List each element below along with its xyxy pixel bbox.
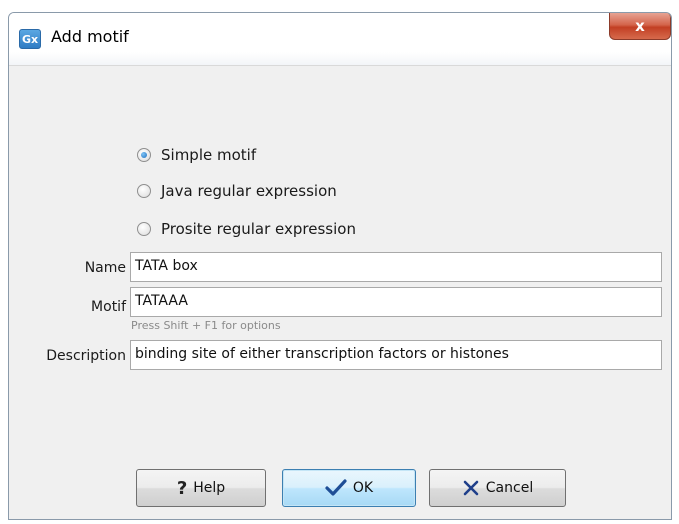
dialog-title: Add motif [51,27,129,46]
ok-button[interactable]: OK [282,469,416,507]
radio-java-regex[interactable]: Java regular expression [137,180,337,202]
radio-button-icon[interactable] [137,184,151,198]
dialog-body: Simple motif Java regular expression Pro… [9,65,671,519]
cancel-button[interactable]: Cancel [429,469,566,507]
add-motif-dialog: Gx Add motif x Simple motif Java regular… [8,12,672,520]
title-bar: Gx Add motif x [9,13,671,65]
motif-label: Motif [91,299,126,315]
help-button[interactable]: ? Help [136,469,266,507]
radio-label: Prosite regular expression [161,220,356,238]
close-icon: x [635,17,645,35]
description-field[interactable]: binding site of either transcription fac… [130,340,662,370]
radio-label: Simple motif [161,146,257,164]
question-mark-icon: ? [176,477,188,499]
radio-label: Java regular expression [161,182,337,200]
radio-button-icon[interactable] [137,222,151,236]
x-mark-icon [462,479,480,497]
cancel-button-label: Cancel [485,480,534,496]
description-label: Description [46,348,126,364]
motif-field[interactable]: TATAAA [130,287,662,317]
radio-prosite-regex[interactable]: Prosite regular expression [137,218,356,240]
motif-hint: Press Shift + F1 for options [131,319,281,332]
close-button[interactable]: x [609,13,671,40]
app-icon: Gx [19,29,41,49]
screen: Gx Add motif x Simple motif Java regular… [0,0,679,524]
radio-simple-motif[interactable]: Simple motif [137,144,256,166]
name-label: Name [84,260,126,276]
help-button-label: Help [193,480,226,496]
name-field[interactable]: TATA box [130,252,662,282]
ok-button-label: OK [352,480,374,496]
radio-button-checked-icon[interactable] [137,148,151,162]
checkmark-icon [325,479,347,497]
